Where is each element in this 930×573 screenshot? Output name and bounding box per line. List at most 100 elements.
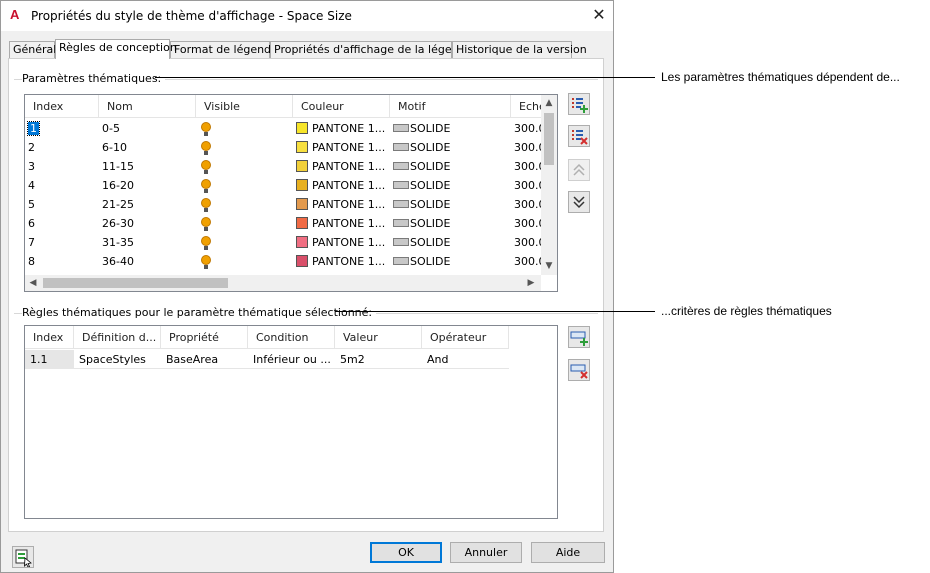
scroll-down-icon[interactable]: ▼ [541, 258, 557, 274]
scroll-right-icon[interactable]: ▶ [523, 275, 539, 291]
param-color[interactable]: PANTONE 1... [293, 119, 390, 138]
lightbulb-icon[interactable] [201, 160, 212, 174]
table-row[interactable]: 1.1 SpaceStyles BaseArea Inférieur ou ..… [25, 350, 509, 369]
rule-definition[interactable]: SpaceStyles [74, 350, 161, 369]
lightbulb-icon[interactable] [201, 141, 212, 155]
cancel-button[interactable]: Annuler [450, 542, 522, 563]
tab-design-rules[interactable]: Règles de conception [55, 39, 177, 59]
param-pattern[interactable]: SOLIDE [390, 138, 511, 157]
close-icon[interactable]: ✕ [591, 7, 607, 23]
remove-param-button[interactable] [568, 125, 590, 147]
col-property[interactable]: Propriété [161, 326, 248, 349]
rule-property[interactable]: BaseArea [161, 350, 248, 369]
param-color[interactable]: PANTONE 1... [293, 195, 390, 214]
param-name[interactable]: 26-30 [99, 214, 196, 233]
param-visible[interactable] [196, 195, 293, 214]
scroll-left-icon[interactable]: ◀ [25, 275, 41, 291]
param-name[interactable]: 0-5 [99, 119, 196, 138]
add-rule-button[interactable] [568, 326, 590, 348]
param-index[interactable]: 3 [25, 157, 99, 176]
move-up-button[interactable] [568, 159, 590, 181]
param-visible[interactable] [196, 214, 293, 233]
param-pattern[interactable]: SOLIDE [390, 252, 511, 271]
param-color[interactable]: PANTONE 1... [293, 157, 390, 176]
lightbulb-icon[interactable] [201, 198, 212, 212]
param-index[interactable]: 1 [25, 119, 99, 138]
param-visible[interactable] [196, 119, 293, 138]
col-value[interactable]: Valeur [335, 326, 422, 349]
param-index-text: 1 [27, 121, 40, 136]
col-visible[interactable]: Visible [196, 95, 293, 118]
col-pattern[interactable]: Motif [390, 95, 511, 118]
tab-legend-format[interactable]: Format de légende [170, 41, 278, 58]
param-color[interactable]: PANTONE 1... [293, 252, 390, 271]
param-name[interactable]: 6-10 [99, 138, 196, 157]
tab-general[interactable]: Général [9, 41, 56, 58]
help-button[interactable]: Aide [531, 542, 605, 563]
param-pattern[interactable]: SOLIDE [390, 119, 511, 138]
col-color[interactable]: Couleur [293, 95, 390, 118]
thematic-params-table[interactable]: Index Nom Visible Couleur Motif Echelle … [24, 94, 558, 292]
param-name[interactable]: 21-25 [99, 195, 196, 214]
param-color[interactable]: PANTONE 1... [293, 233, 390, 252]
col-condition[interactable]: Condition [248, 326, 335, 349]
param-pattern[interactable]: SOLIDE [390, 195, 511, 214]
param-index[interactable]: 7 [25, 233, 99, 252]
col-definition[interactable]: Définition d... [74, 326, 161, 349]
table-row[interactable]: 8 36-40 PANTONE 1... SOLIDE 300.0 [25, 252, 546, 271]
tab-version-history[interactable]: Historique de la version [452, 41, 587, 58]
table-row[interactable]: 3 11-15 PANTONE 1... SOLIDE 300.0 [25, 157, 546, 176]
param-index[interactable]: 6 [25, 214, 99, 233]
param-visible[interactable] [196, 138, 293, 157]
vertical-scrollbar[interactable]: ▲ ▼ [541, 95, 557, 275]
param-visible[interactable] [196, 176, 293, 195]
col-index[interactable]: Index [25, 95, 99, 118]
param-color[interactable]: PANTONE 1... [293, 176, 390, 195]
table-row[interactable]: 7 31-35 PANTONE 1... SOLIDE 300.0 [25, 233, 546, 252]
param-index[interactable]: 5 [25, 195, 99, 214]
param-pattern[interactable]: SOLIDE [390, 157, 511, 176]
col-index[interactable]: Index [25, 326, 74, 349]
lightbulb-icon[interactable] [201, 236, 212, 250]
param-visible[interactable] [196, 252, 293, 271]
details-button[interactable] [12, 546, 34, 568]
remove-rule-button[interactable] [568, 359, 590, 381]
param-name[interactable]: 11-15 [99, 157, 196, 176]
param-pattern[interactable]: SOLIDE [390, 233, 511, 252]
rule-condition[interactable]: Inférieur ou ... [248, 350, 335, 369]
table-row[interactable]: 6 26-30 PANTONE 1... SOLIDE 300.0 [25, 214, 546, 233]
scroll-thumb[interactable] [544, 113, 554, 165]
col-name[interactable]: Nom [99, 95, 196, 118]
table-row[interactable]: 4 16-20 PANTONE 1... SOLIDE 300.0 [25, 176, 546, 195]
param-color[interactable]: PANTONE 1... [293, 138, 390, 157]
param-pattern[interactable]: SOLIDE [390, 214, 511, 233]
add-param-button[interactable] [568, 93, 590, 115]
param-name[interactable]: 31-35 [99, 233, 196, 252]
param-visible[interactable] [196, 157, 293, 176]
param-color[interactable]: PANTONE 1... [293, 214, 390, 233]
lightbulb-icon[interactable] [201, 122, 212, 136]
rule-value[interactable]: 5m2 [335, 350, 422, 369]
param-index[interactable]: 2 [25, 138, 99, 157]
thematic-rules-table[interactable]: Index Définition d... Propriété Conditio… [24, 325, 558, 519]
scroll-up-icon[interactable]: ▲ [541, 95, 557, 111]
lightbulb-icon[interactable] [201, 217, 212, 231]
scroll-thumb[interactable] [43, 278, 228, 288]
move-down-button[interactable] [568, 191, 590, 213]
param-index[interactable]: 8 [25, 252, 99, 271]
table-row[interactable]: 5 21-25 PANTONE 1... SOLIDE 300.0 [25, 195, 546, 214]
lightbulb-icon[interactable] [201, 179, 212, 193]
param-visible[interactable] [196, 233, 293, 252]
lightbulb-icon[interactable] [201, 255, 212, 269]
col-operator[interactable]: Opérateur [422, 326, 509, 349]
horizontal-scrollbar[interactable]: ◀ ▶ [25, 275, 541, 291]
table-row[interactable]: 2 6-10 PANTONE 1... SOLIDE 300.0 [25, 138, 546, 157]
rule-operator[interactable]: And [422, 350, 509, 369]
param-index[interactable]: 4 [25, 176, 99, 195]
param-pattern[interactable]: SOLIDE [390, 176, 511, 195]
table-row[interactable]: 1 0-5 PANTONE 1... SOLIDE 300.0 [25, 119, 546, 138]
tab-legend-display-properties[interactable]: Propriétés d'affichage de la légende [270, 41, 472, 58]
ok-button[interactable]: OK [370, 542, 442, 563]
param-name[interactable]: 16-20 [99, 176, 196, 195]
param-name[interactable]: 36-40 [99, 252, 196, 271]
